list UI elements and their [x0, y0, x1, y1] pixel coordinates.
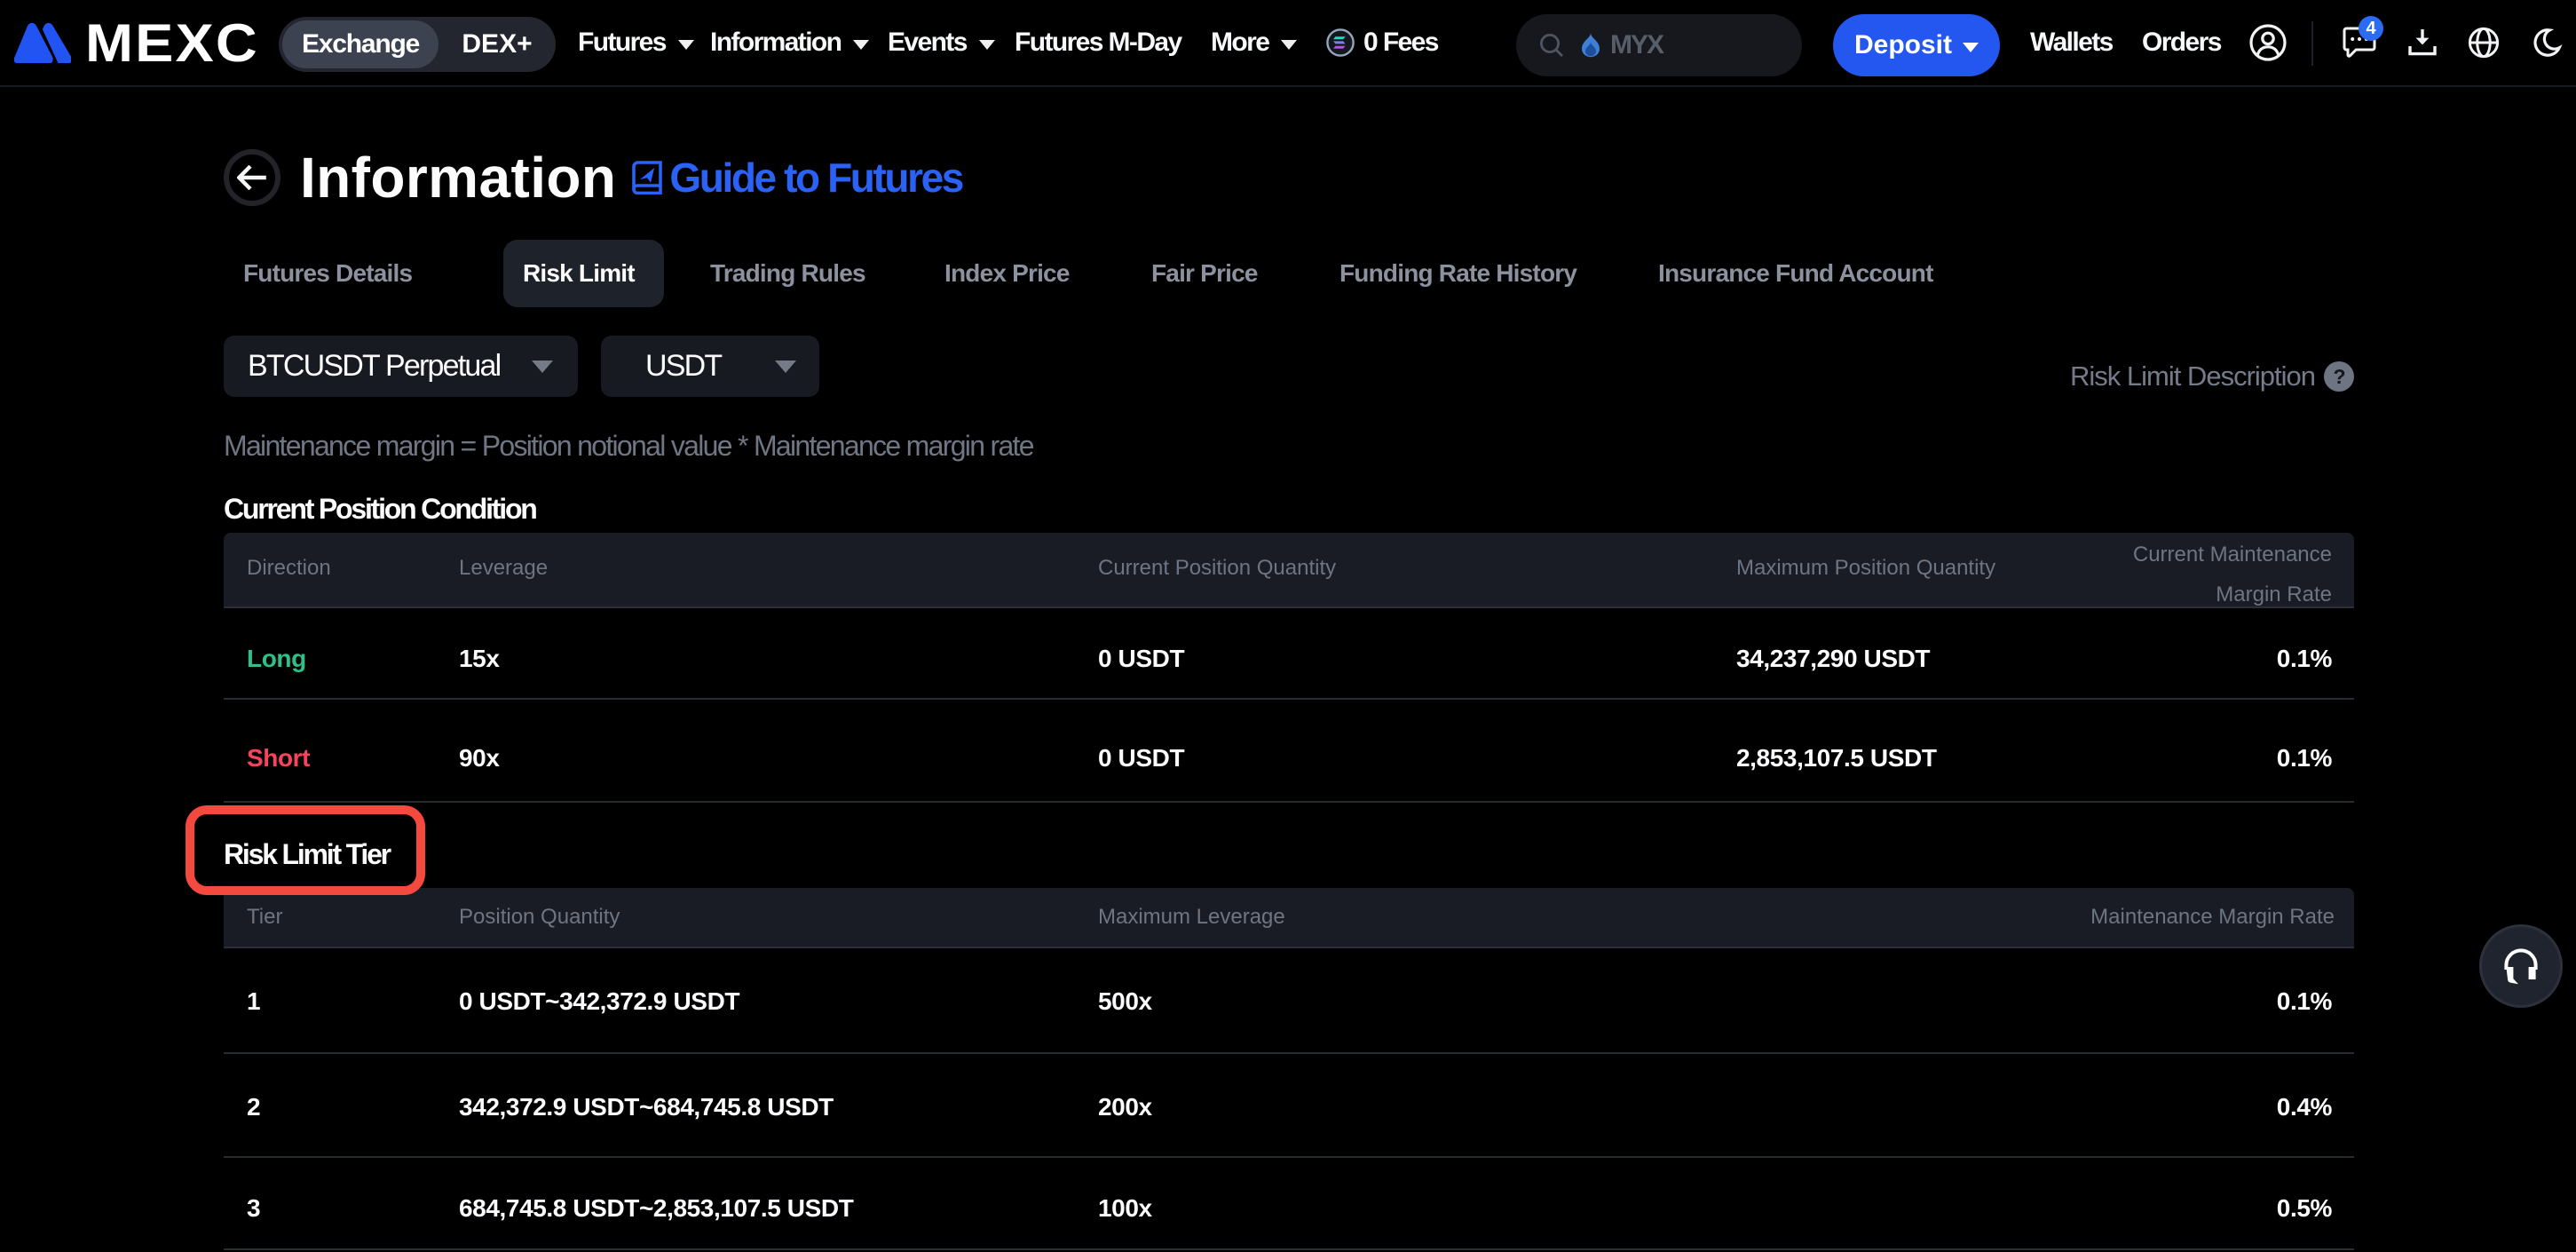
svg-text:?: ? — [2333, 365, 2344, 388]
